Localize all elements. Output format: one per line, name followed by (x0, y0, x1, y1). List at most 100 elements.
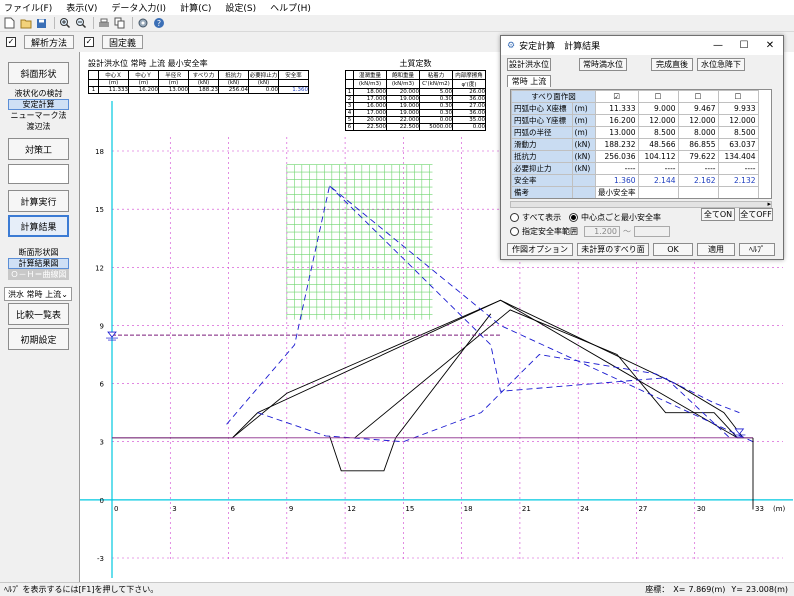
apply-button[interactable]: 適用 (697, 243, 735, 256)
slip-draw-checkbox[interactable]: ☑ (595, 90, 639, 103)
grid-cell: 12.000 (637, 114, 679, 127)
series-line-3 (354, 309, 738, 439)
analysis-method-button[interactable]: 解析方法 (24, 35, 75, 49)
nav-newmark[interactable]: ニューマーク法 (8, 110, 69, 121)
uncalculated-slip-button[interactable]: 未計算のすべり面 (577, 243, 649, 256)
analysis-checkbox[interactable]: ✓ (6, 37, 16, 47)
settings-icon[interactable] (136, 17, 149, 30)
table-cell: 22.500 (386, 123, 420, 131)
grid-cell: 48.566 (637, 138, 679, 151)
tab-normal-full[interactable]: 常時満水位 (579, 58, 627, 71)
table-unit: (m) (128, 79, 159, 87)
print-icon[interactable] (97, 17, 110, 30)
menu-view[interactable]: 表示(V) (66, 1, 97, 14)
table-cell: 1 (345, 88, 354, 96)
range-separator: ～ (623, 227, 631, 236)
zoom-out-icon[interactable] (74, 17, 87, 30)
all-off-button[interactable]: 全てOFF (739, 208, 773, 221)
table-cell: 16.200 (128, 86, 159, 94)
nav-result-view[interactable]: 計算結果図 (8, 258, 69, 269)
water-level-icon (734, 428, 745, 435)
table-header: 半径Ｒ (158, 70, 189, 80)
radio-range[interactable] (510, 227, 519, 236)
grid-cell (717, 186, 759, 198)
table-unit: (kN) (248, 79, 279, 87)
radio-all[interactable] (510, 213, 519, 222)
save-icon[interactable] (35, 17, 48, 30)
result-dialog: ⚙ 安定計算 計算結果 — ☐ ✕ 設計洪水位 常時満水位 完成直後 水位急降下… (500, 35, 784, 260)
slip-draw-checkbox[interactable]: ☐ (637, 90, 679, 103)
copy-icon[interactable] (113, 17, 126, 30)
ok-button[interactable]: OK (653, 243, 693, 256)
table-cell: 17.000 (353, 95, 387, 103)
table-cell: 2 (345, 95, 354, 103)
fixed-button[interactable]: 固定義 (102, 35, 144, 49)
table-unit: C'(kN/m2) (419, 79, 453, 89)
result-title: 設計洪水位 常時 上流 最小安全率 (88, 59, 208, 68)
close-icon[interactable]: ✕ (757, 40, 783, 51)
menu-calc[interactable]: 計算(C) (180, 1, 211, 14)
compare-list-button[interactable]: 比較一覧表 (8, 303, 69, 325)
tab-rapid-drawdown[interactable]: 水位急降下 (697, 58, 745, 71)
calc-result-button[interactable]: 計算結果 (8, 215, 69, 237)
table-unit: (m) (158, 79, 189, 87)
table-cell: 36.00 (452, 109, 486, 117)
table-cell: 11.333 (98, 86, 129, 94)
tab-after-completion[interactable]: 完成直後 (651, 58, 693, 71)
table-cell: 5000.00 (419, 123, 453, 131)
toolbar-divider (132, 17, 133, 29)
help-button[interactable]: ﾍﾙﾌﾟ (739, 243, 775, 256)
radio-all-row[interactable]: すべて表示 (510, 212, 561, 223)
table-cell: 188.23 (188, 86, 219, 94)
status-hint: ﾍﾙﾌﾟ を表示するには[F1]を押して下さい。 (4, 585, 159, 594)
slope-shape-button[interactable]: 斜面形状 (8, 62, 69, 84)
nav-section-view[interactable]: 断面形状図 (8, 247, 69, 258)
slip-draw-checkbox[interactable]: ☐ (677, 90, 719, 103)
grid-cell: 86.855 (677, 138, 719, 151)
scroll-right-icon[interactable]: ▸ (767, 200, 771, 208)
maximize-icon[interactable]: ☐ (731, 40, 757, 51)
subtab-normal-upstream[interactable]: 常時 上流 (507, 75, 551, 87)
table-cell: 35.00 (452, 116, 486, 124)
radio-min-row[interactable]: 中心点ごと最小安全率 (569, 212, 661, 223)
grid-cell: 188.232 (595, 138, 639, 151)
table-header: 安全率 (278, 70, 309, 80)
table-header: 抵抗力 (218, 70, 249, 80)
horizontal-scrollbar[interactable]: ▸ (510, 200, 772, 208)
table-cell: 0.30 (419, 109, 453, 117)
help-icon[interactable]: ? (152, 17, 165, 30)
table-cell: 0.30 (419, 95, 453, 103)
soil-title: 土質定数 (399, 59, 432, 68)
new-icon[interactable] (3, 17, 16, 30)
menu-file[interactable]: ファイル(F) (4, 1, 52, 14)
grid-cell: 104.112 (637, 150, 679, 163)
nav-watanabe[interactable]: 渡辺法 (8, 121, 69, 132)
menu-settings[interactable]: 設定(S) (225, 1, 256, 14)
radio-range-row[interactable]: 指定安全率範囲 1.200 ～ (510, 226, 670, 237)
x-axis-unit: (m) (773, 505, 786, 513)
menu-help[interactable]: ヘルプ(H) (270, 1, 311, 14)
countermeasure-button[interactable]: 対策工 (8, 138, 69, 160)
radio-min[interactable] (569, 213, 578, 222)
draw-options-button[interactable]: 作図オプション (507, 243, 573, 256)
initial-settings-button[interactable]: 初期設定 (8, 328, 69, 350)
minimize-icon[interactable]: — (705, 40, 731, 51)
zoom-in-icon[interactable] (58, 17, 71, 30)
table-cell: 18.000 (353, 88, 387, 96)
slip-draw-checkbox[interactable]: ☐ (717, 90, 759, 103)
fixed-checkbox[interactable]: ✓ (84, 37, 95, 47)
nav-stability[interactable]: 安定計算 (8, 99, 69, 110)
case-select[interactable]: 洪水 常時 上流 ⌄ (4, 287, 72, 301)
grid-cell: ---- (637, 162, 679, 175)
menu-data-input[interactable]: データ入力(I) (111, 1, 166, 14)
tab-design-flood[interactable]: 設計洪水位 (507, 58, 551, 71)
run-calc-button[interactable]: 計算実行 (8, 190, 69, 212)
grid-cell: 16.200 (595, 114, 639, 127)
all-on-button[interactable]: 全てON (701, 208, 735, 221)
grid-cell (678, 199, 718, 200)
range-input-max[interactable] (634, 226, 670, 237)
open-icon[interactable] (19, 17, 32, 30)
table-unit (278, 79, 309, 87)
range-input[interactable]: 1.200 (584, 226, 620, 237)
nav-liquefaction[interactable]: 液状化の検討 (8, 88, 69, 99)
